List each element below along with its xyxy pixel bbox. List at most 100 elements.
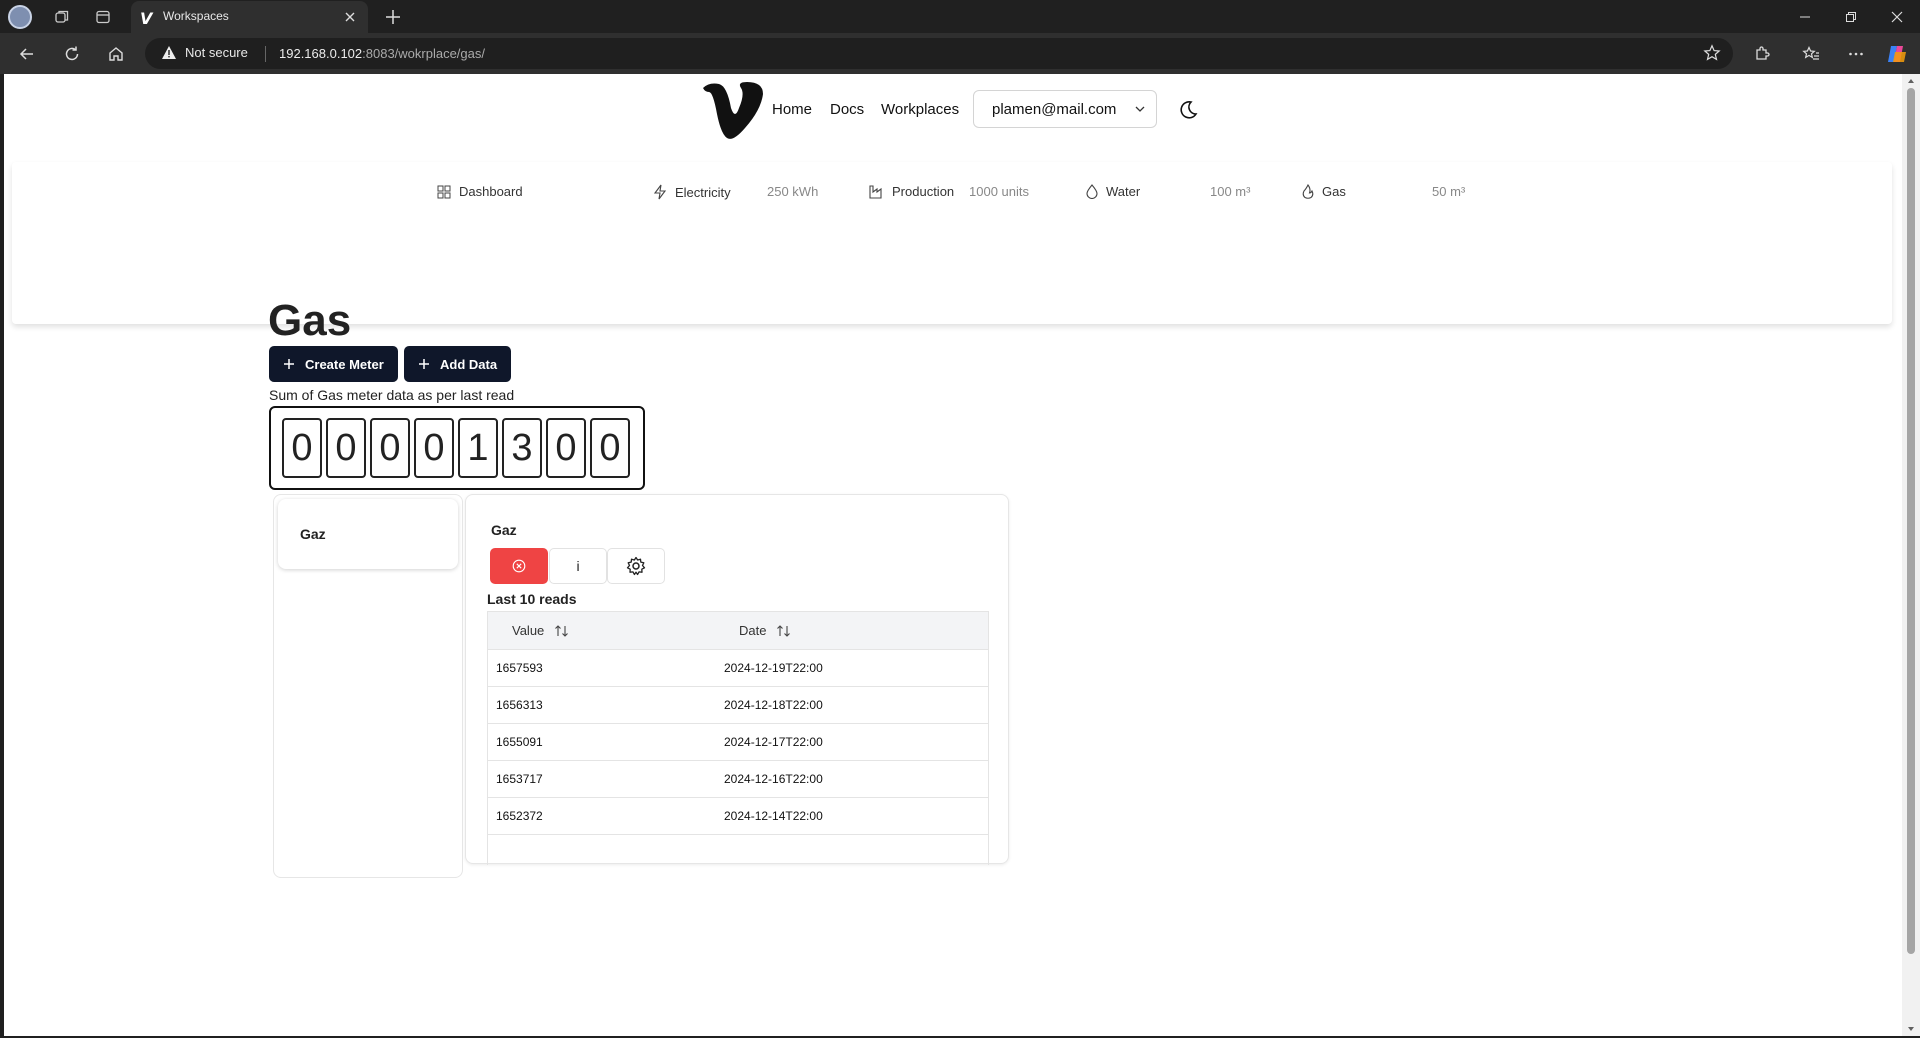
page-title: Gas [268, 296, 352, 345]
category-label: Production [892, 184, 955, 199]
sum-label: Sum of Gas meter data as per last read [269, 387, 515, 403]
table-row[interactable]: 1656313 2024-12-18T22:00 [488, 687, 988, 724]
close-window-icon[interactable] [1874, 0, 1920, 33]
reads-table: Value Date 1657593 2024-12-19T22:00 1656… [487, 611, 989, 865]
droplet-icon [1086, 184, 1098, 199]
add-data-label: Add Data [440, 356, 498, 372]
tab-title: Workspaces [163, 9, 229, 23]
plus-icon [419, 359, 429, 369]
security-label: Not secure [185, 45, 248, 60]
category-label: Dashboard [459, 184, 523, 199]
read-date: 2024-12-18T22:00 [724, 698, 823, 712]
odometer-display: 0 0 0 0 1 3 0 0 [269, 406, 645, 490]
create-meter-label: Create Meter [305, 356, 384, 372]
copilot-icon[interactable] [1883, 40, 1911, 68]
scrollbar-thumb[interactable] [1907, 88, 1915, 954]
meter-list: Gaz [273, 494, 463, 878]
browser-tabbar: V Workspaces [0, 0, 1920, 33]
odometer-digit: 0 [370, 418, 410, 478]
nav-docs-link[interactable]: Docs [830, 101, 864, 118]
category-electricity[interactable]: Electricity [653, 184, 731, 200]
address-bar[interactable]: Not secure 192.168.0.102:8083/wokrplace/… [145, 38, 1733, 69]
category-water[interactable]: Water [1086, 184, 1140, 199]
category-label: Gas [1322, 184, 1346, 199]
meter-info-button[interactable]: i [549, 548, 607, 584]
vimeo-favicon-icon: V [140, 9, 153, 28]
sort-value-header[interactable]: Value [512, 623, 570, 638]
table-header: Value Date [488, 612, 988, 650]
browser-toolbar: Not secure 192.168.0.102:8083/wokrplace/… [0, 33, 1920, 74]
read-value: 1657593 [496, 661, 543, 675]
plus-icon [284, 359, 294, 369]
x-circle-icon [512, 559, 526, 573]
separator [265, 46, 266, 62]
user-account-select[interactable]: plamen@mail.com [973, 90, 1157, 128]
reload-icon[interactable] [58, 40, 86, 68]
page-viewport: Home Docs Workplaces plamen@mail.com Das… [4, 74, 1902, 1036]
new-tab-icon[interactable] [380, 4, 406, 30]
odometer-digit: 0 [282, 418, 322, 478]
create-meter-button[interactable]: Create Meter [269, 346, 398, 382]
scroll-up-icon[interactable] [1906, 76, 1916, 86]
category-dashboard[interactable]: Dashboard [437, 184, 523, 199]
category-gas[interactable]: Gas [1302, 184, 1346, 199]
read-date: 2024-12-17T22:00 [724, 735, 823, 749]
back-icon[interactable] [13, 40, 41, 68]
dark-mode-moon-icon[interactable] [1177, 99, 1199, 121]
url-text[interactable]: 192.168.0.102:8083/wokrplace/gas/ [279, 46, 485, 61]
flame-icon [1302, 184, 1314, 199]
minimize-icon[interactable] [1782, 0, 1828, 33]
more-menu-icon[interactable] [1842, 40, 1870, 68]
odometer-digit: 0 [414, 418, 454, 478]
nav-home-link[interactable]: Home [772, 101, 812, 118]
read-value: 1652372 [496, 809, 543, 823]
restore-icon[interactable] [1828, 0, 1874, 33]
last-reads-label: Last 10 reads [487, 591, 577, 607]
gas-value: 50 m³ [1432, 184, 1466, 199]
sort-arrows-icon [777, 624, 791, 637]
scroll-down-icon[interactable] [1906, 1024, 1916, 1034]
workspaces-icon[interactable] [49, 4, 75, 30]
column-header-date: Date [739, 623, 767, 638]
odometer-digit: 0 [590, 418, 630, 478]
add-data-button[interactable]: Add Data [404, 346, 512, 382]
profile-avatar[interactable] [8, 5, 32, 29]
odometer-digit: 1 [458, 418, 498, 478]
table-row[interactable]: 1653717 2024-12-16T22:00 [488, 761, 988, 798]
favorite-star-icon[interactable] [1703, 44, 1721, 62]
table-row[interactable]: 1652372 2024-12-14T22:00 [488, 798, 988, 835]
warning-icon [162, 46, 176, 59]
sort-arrows-icon [555, 624, 569, 637]
read-value: 1656313 [496, 698, 543, 712]
meter-card[interactable]: Gaz [278, 499, 458, 569]
odometer-digit: 3 [502, 418, 542, 478]
home-icon[interactable] [102, 40, 130, 68]
info-icon: i [576, 558, 580, 574]
odometer-digit: 0 [546, 418, 586, 478]
category-label: Electricity [675, 184, 731, 200]
close-tab-icon[interactable] [342, 9, 358, 25]
vertical-tabs-icon[interactable] [90, 4, 116, 30]
meter-detail-panel: Gaz i Last 10 reads Value Date 1657593 2… [465, 494, 1009, 865]
table-row[interactable]: 1655091 2024-12-17T22:00 [488, 724, 988, 761]
favorites-icon[interactable] [1797, 40, 1825, 68]
chevron-down-icon [1135, 106, 1145, 112]
meter-detail-name: Gaz [491, 522, 517, 538]
table-row[interactable]: 1657593 2024-12-19T22:00 [488, 650, 988, 687]
read-date: 2024-12-19T22:00 [724, 661, 823, 675]
browser-tab-active[interactable]: V Workspaces [131, 1, 368, 33]
read-value: 1653717 [496, 772, 543, 786]
page-scrollbar[interactable] [1902, 74, 1920, 1036]
url-host: 192.168.0.102 [279, 46, 363, 61]
meter-settings-button[interactable] [607, 548, 665, 584]
vimeo-logo-icon[interactable] [701, 80, 765, 142]
sort-date-header[interactable]: Date [739, 623, 792, 638]
nav-workplaces-link[interactable]: Workplaces [881, 101, 959, 118]
extensions-icon[interactable] [1748, 40, 1776, 68]
bolt-icon [653, 184, 667, 200]
category-production[interactable]: Production [869, 184, 954, 199]
odometer-digit: 0 [326, 418, 366, 478]
delete-meter-button[interactable] [490, 548, 548, 584]
gear-icon [626, 556, 646, 576]
production-value: 1000 units [969, 184, 1029, 199]
